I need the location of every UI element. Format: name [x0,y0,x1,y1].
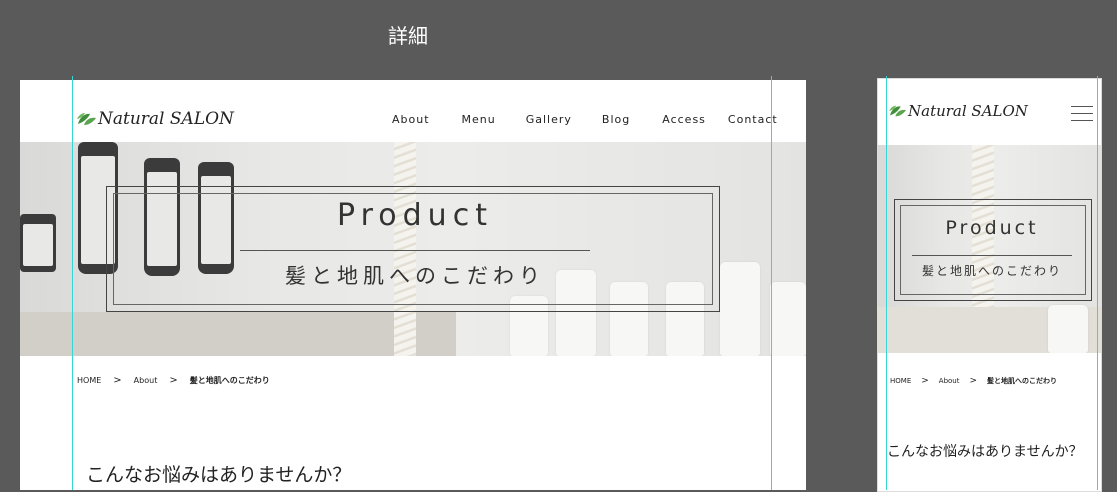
nav-contact[interactable]: Contact [728,113,778,126]
hero-subtitle: 髪と地肌へのこだわり [921,264,1062,278]
nav-access[interactable]: Access [662,113,706,126]
shelf-graphic [20,312,456,356]
hero-title: Product [337,198,493,233]
logo-text: Natural SALON [98,109,234,129]
global-nav: About Menu Gallery Blog Access Contact [392,113,778,126]
breadcrumb-home[interactable]: HOME [890,377,911,385]
nav-gallery[interactable]: Gallery [526,113,572,126]
sp-artboard: Natural SALON Product 髪と地肌へのこだわり HOME > … [877,78,1102,492]
breadcrumb-home[interactable]: HOME [77,376,101,385]
breadcrumb: HOME > About > 髪と地肌へのこだわり [890,376,1057,386]
site-logo[interactable]: Natural SALON [888,102,1028,120]
nav-blog[interactable]: Blog [602,113,630,126]
hero-image: Product 髪と地肌へのこだわり [878,145,1101,353]
section-heading: こんなお悩みはありませんか？ [86,464,352,486]
hamburger-menu-icon[interactable] [1071,106,1093,122]
artboard-title: 詳細 [388,24,428,48]
hero-subtitle: 髪と地肌へのこだわり [285,264,545,288]
nav-about[interactable]: About [392,113,430,126]
breadcrumb-separator: > [169,375,178,386]
site-logo[interactable]: Natural SALON [76,109,234,129]
breadcrumb-separator: > [969,376,978,386]
breadcrumb: HOME > About > 髪と地肌へのこだわり [77,375,270,386]
pc-artboard: Natural SALON About Menu Gallery Blog Ac… [20,80,806,490]
breadcrumb-separator: > [113,375,122,386]
breadcrumb-about[interactable]: About [134,376,158,385]
leaf-icon [77,113,96,125]
logo-text: Natural SALON [908,102,1028,120]
breadcrumb-about[interactable]: About [939,377,960,385]
hero-image: Product 髪と地肌へのこだわり [20,142,806,356]
hero-divider [240,250,590,251]
breadcrumb-separator: > [921,376,929,386]
breadcrumb-current: 髪と地肌へのこだわり [987,377,1058,385]
section-heading: こんなお悩みはありませんか？ [887,444,1083,460]
nav-menu[interactable]: Menu [462,113,496,126]
jar-graphic [20,214,56,272]
leaf-icon [889,105,906,117]
hero-title: Product [945,217,1039,239]
breadcrumb-current: 髪と地肌へのこだわり [189,376,270,385]
hero-divider [912,255,1072,256]
